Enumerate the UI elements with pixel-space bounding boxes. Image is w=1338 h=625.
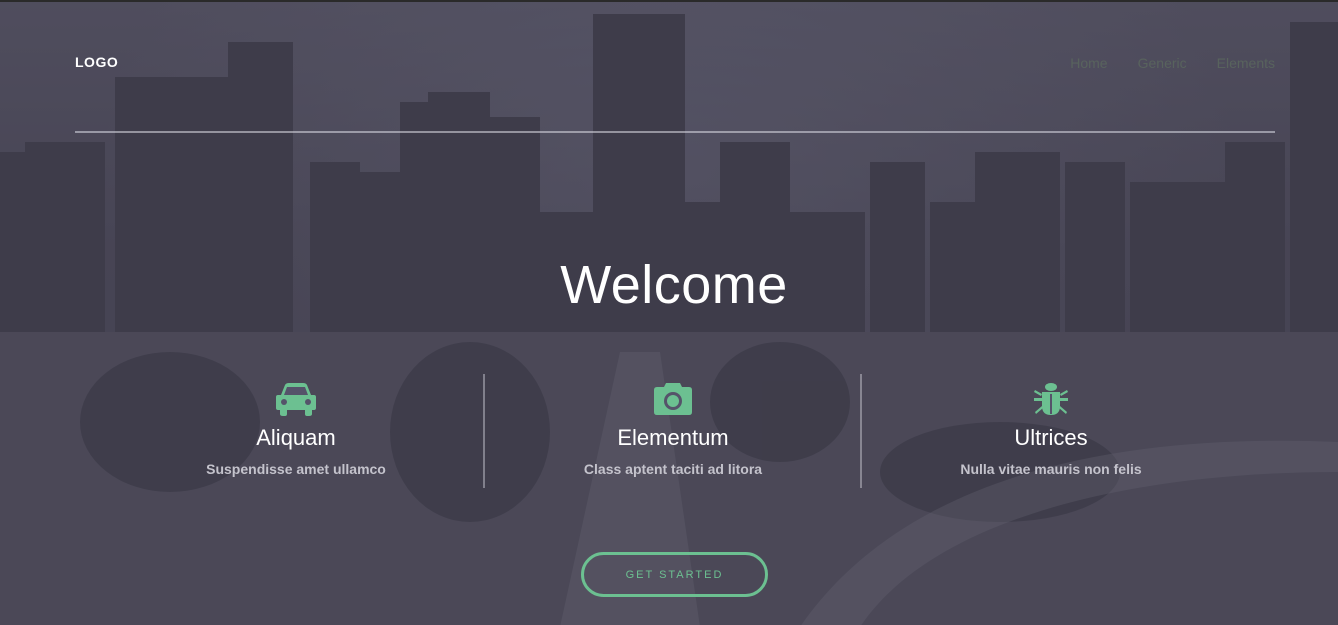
feature-subtitle: Suspendisse amet ullamco: [206, 461, 386, 477]
bug-icon: [1034, 383, 1068, 415]
hero-title: Welcome: [560, 255, 788, 315]
get-started-button[interactable]: GET STARTED: [581, 552, 768, 597]
car-icon: [276, 383, 316, 416]
feature-subtitle: Nulla vitae mauris non felis: [960, 461, 1142, 477]
header-divider: [75, 131, 1275, 133]
nav-item-elements[interactable]: Elements: [1217, 55, 1275, 71]
feature-subtitle: Class aptent taciti ad litora: [583, 461, 763, 477]
site-logo[interactable]: LOGO: [75, 54, 118, 70]
main-nav: Home Generic Elements: [1070, 55, 1275, 71]
camera-icon: [654, 383, 692, 415]
hero-content: LOGO Home Generic Elements Welcome Aliqu…: [0, 2, 1338, 625]
feature-title: Elementum: [617, 425, 729, 450]
feature-aliquam: Aliquam Suspendisse amet ullamco: [108, 374, 484, 477]
nav-item-home[interactable]: Home: [1070, 55, 1107, 71]
nav-item-generic[interactable]: Generic: [1138, 55, 1187, 71]
feature-elementum: Elementum Class aptent taciti ad litora: [485, 374, 861, 477]
hero-section: LOGO Home Generic Elements Welcome Aliqu…: [0, 0, 1338, 625]
feature-title: Aliquam: [256, 425, 336, 450]
feature-title: Ultrices: [1014, 425, 1088, 450]
feature-divider: [860, 374, 862, 488]
feature-ultrices: Ultrices Nulla vitae mauris non felis: [863, 374, 1239, 477]
